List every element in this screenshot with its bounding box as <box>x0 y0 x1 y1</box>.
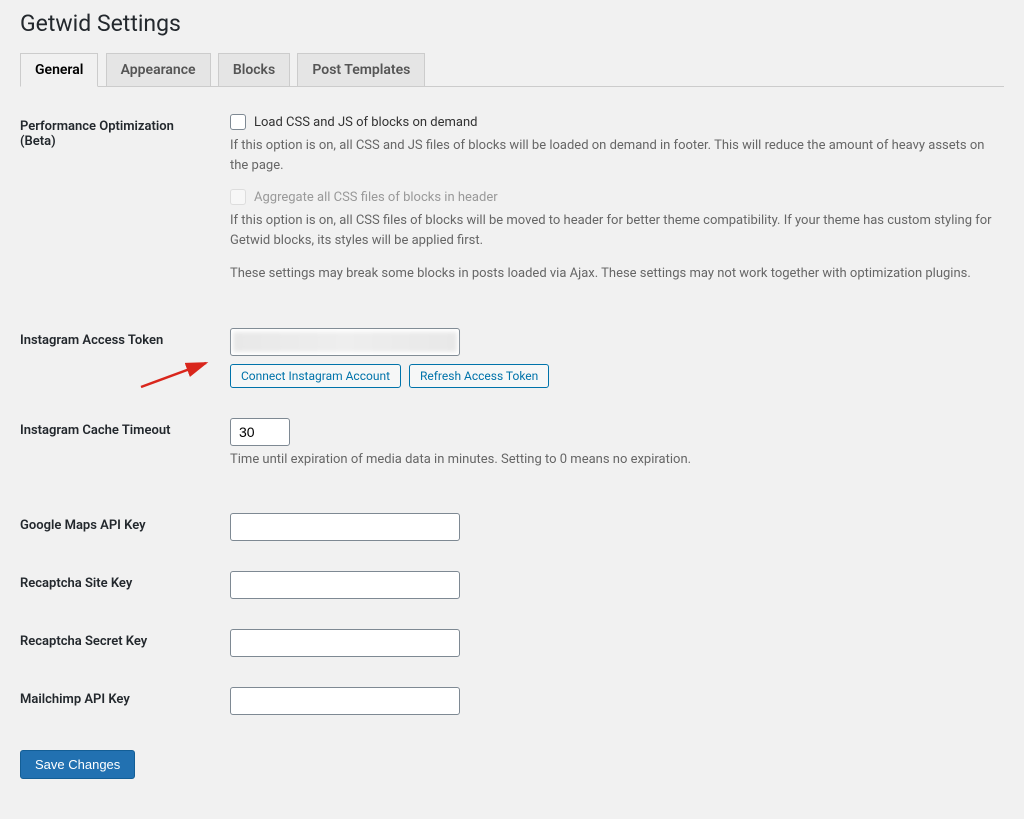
recaptcha-secret-input[interactable] <box>230 629 460 657</box>
refresh-token-button[interactable]: Refresh Access Token <box>409 364 549 388</box>
instagram-cache-input[interactable] <box>230 418 290 446</box>
mailchimp-input[interactable] <box>230 687 460 715</box>
tabs: General Appearance Blocks Post Templates <box>20 53 1004 87</box>
load-css-js-on-demand-label: Load CSS and JS of blocks on demand <box>254 115 477 130</box>
tab-blocks[interactable]: Blocks <box>218 53 290 87</box>
settings-table: Performance Optimization (Beta) Load CSS… <box>20 99 1004 730</box>
instagram-cache-label: Instagram Cache Timeout <box>20 403 220 499</box>
performance-label: Performance Optimization (Beta) <box>20 99 220 313</box>
connect-instagram-button[interactable]: Connect Instagram Account <box>230 364 401 388</box>
instagram-cache-desc: Time until expiration of media data in m… <box>230 450 994 470</box>
page-title: Getwid Settings <box>20 10 1004 37</box>
gmaps-label: Google Maps API Key <box>20 498 220 556</box>
load-css-js-on-demand-checkbox[interactable] <box>230 114 246 130</box>
tab-appearance[interactable]: Appearance <box>106 53 211 87</box>
instagram-token-input[interactable] <box>230 328 460 356</box>
recaptcha-site-label: Recaptcha Site Key <box>20 556 220 614</box>
mailchimp-label: Mailchimp API Key <box>20 672 220 730</box>
performance-note: These settings may break some blocks in … <box>230 264 994 284</box>
instagram-token-obscured <box>233 332 457 352</box>
gmaps-input[interactable] <box>230 513 460 541</box>
load-css-js-on-demand-desc: If this option is on, all CSS and JS fil… <box>230 136 994 175</box>
instagram-token-label: Instagram Access Token <box>20 313 220 403</box>
aggregate-css-header-desc: If this option is on, all CSS files of b… <box>230 211 994 250</box>
tab-post-templates[interactable]: Post Templates <box>297 53 425 87</box>
recaptcha-secret-label: Recaptcha Secret Key <box>20 614 220 672</box>
save-changes-button[interactable]: Save Changes <box>20 750 135 779</box>
aggregate-css-header-checkbox <box>230 189 246 205</box>
tab-general[interactable]: General <box>20 53 98 87</box>
recaptcha-site-input[interactable] <box>230 571 460 599</box>
aggregate-css-header-label: Aggregate all CSS files of blocks in hea… <box>254 190 498 205</box>
